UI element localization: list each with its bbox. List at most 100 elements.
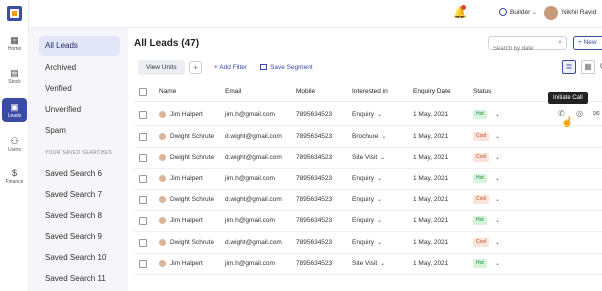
chevron-down-icon[interactable]: ⌄ (495, 133, 500, 140)
lead-avatar (159, 260, 166, 267)
row-checkbox[interactable] (139, 196, 147, 204)
sidebar-item-saved-search[interactable]: Saved Search 10 (39, 248, 120, 268)
sidebar-item-verified[interactable]: Verified (39, 79, 120, 99)
rail-item-users[interactable]: ⚇ Users (0, 136, 29, 153)
stock-icon: ▤ (10, 68, 19, 78)
table-row[interactable]: Dwight Schrute d.wight@gmail.com 789563452… (134, 232, 602, 254)
interest-dropdown[interactable]: Site Visit ⌄ (352, 154, 385, 161)
status-badge[interactable]: Hot (473, 110, 487, 119)
rail-item-stock[interactable]: ▤ Stock (0, 68, 29, 85)
table-row[interactable]: Jim Halpert jim.h@gmail.com 7895634523 Site… (134, 253, 602, 275)
row-checkbox[interactable] (139, 217, 147, 225)
sidebar-item-unverified[interactable]: Unverified (39, 100, 120, 120)
rail-item-leads[interactable]: ▣ Leads (2, 98, 27, 122)
search-box[interactable]: ⌕ (488, 36, 567, 55)
chevron-down-icon[interactable]: ⌄ (495, 175, 500, 182)
chevron-down-icon[interactable]: ⌄ (495, 239, 500, 246)
column-header-mobile[interactable]: Mobile (296, 88, 315, 95)
list-view-toggle[interactable]: ≣ (562, 60, 576, 74)
interest-dropdown[interactable]: Enquiry ⌄ (352, 175, 382, 182)
table-row[interactable]: Dwight Schrute d.wight@gmail.com 789563452… (134, 147, 602, 169)
lead-name[interactable]: Jim Halpert (170, 260, 203, 267)
rail-item-home[interactable]: ▦ Home (0, 35, 29, 52)
view-units-chip[interactable]: View Units (138, 60, 185, 75)
leads-icon: ▣ (10, 102, 19, 112)
table-row[interactable]: Dwight Schrute d.wight@gmail.com 789563452… (134, 189, 602, 211)
avatar[interactable] (544, 6, 558, 20)
lead-name[interactable]: Jim Halpert (170, 175, 203, 182)
sidebar-item-saved-search[interactable]: Saved Search 8 (39, 206, 120, 226)
lead-name[interactable]: Dwight Schrute (170, 154, 214, 161)
rail-item-finance[interactable]: $ Finance (0, 168, 29, 185)
status-badge[interactable]: Hot (473, 259, 487, 268)
table-row[interactable]: Dwight Schrute d.wight@gmail.com 789563452… (134, 126, 602, 148)
row-checkbox[interactable] (139, 133, 147, 141)
column-header-status[interactable]: Status (473, 88, 491, 95)
interest-dropdown[interactable]: Enquiry ⌄ (352, 111, 382, 118)
search-input[interactable] (489, 43, 549, 55)
table-row[interactable]: Jim Halpert jim.h@gmail.com 7895634523 Enqu… (134, 168, 602, 190)
status-badge[interactable]: Cool (473, 153, 490, 162)
row-checkbox[interactable] (139, 175, 147, 183)
saved-searches-heading: YOUR SAVED SEARCHES (45, 150, 113, 156)
interest-dropdown[interactable]: Enquiry ⌄ (352, 239, 382, 246)
sidebar-item-saved-search[interactable]: Saved Search 9 (39, 227, 120, 247)
interest-dropdown[interactable]: Enquiry ⌄ (352, 217, 382, 224)
sidebar-item-saved-search[interactable]: Saved Search 6 (39, 164, 120, 184)
status-badge[interactable]: Cool (473, 132, 490, 141)
status-badge[interactable]: Cool (473, 238, 490, 247)
sidebar-item-spam[interactable]: Spam (39, 121, 120, 141)
status-badge[interactable]: Hot (473, 174, 487, 183)
chevron-down-icon: ⌄ (377, 176, 383, 182)
lead-name[interactable]: Jim Halpert (170, 217, 203, 224)
save-segment-label: Save Segment (270, 64, 313, 71)
app-logo[interactable] (7, 6, 22, 21)
sidebar: All Leads Archived Verified Unverified S… (29, 28, 128, 291)
chevron-down-icon[interactable]: ⌄ (495, 217, 500, 224)
notification-dot (461, 5, 466, 10)
chevron-down-icon[interactable]: ⌄ (495, 154, 500, 161)
sidebar-item-all-leads[interactable]: All Leads (39, 36, 120, 56)
lead-email: jim.h@gmail.com (225, 217, 275, 224)
select-all-checkbox[interactable] (139, 88, 147, 96)
interest-dropdown[interactable]: Enquiry ⌄ (352, 196, 382, 203)
save-segment-button[interactable]: Save Segment (260, 64, 313, 71)
lead-mobile: 7895634523 (296, 111, 333, 118)
chevron-down-icon[interactable]: ⌄ (495, 196, 500, 203)
interest-value: Enquiry (352, 217, 375, 224)
rail-item-label: Users (7, 147, 22, 153)
grid-view-toggle[interactable]: ▦ (581, 60, 595, 74)
interest-dropdown[interactable]: Site Visit ⌄ (352, 260, 385, 267)
status-badge[interactable]: Cool (473, 195, 490, 204)
column-header-email[interactable]: Email (225, 88, 241, 95)
user-name[interactable]: Nikhil Ravid (562, 9, 596, 16)
sidebar-item-saved-search[interactable]: Saved Search 7 (39, 185, 120, 205)
table-row[interactable]: Jim Halpert jim.h@gmail.com 7895634523 Enqu… (134, 210, 602, 232)
lead-name[interactable]: Dwight Schrute (170, 239, 214, 246)
chevron-down-icon[interactable]: ⌄ (495, 111, 500, 118)
lead-avatar (159, 217, 166, 224)
lead-name[interactable]: Dwight Schrute (170, 133, 214, 140)
builder-dropdown[interactable]: Builder ⌄ (510, 9, 537, 16)
row-checkbox[interactable] (139, 260, 147, 268)
add-filter-button[interactable]: + Add Filter (214, 64, 247, 71)
lead-name[interactable]: Dwight Schrute (170, 196, 214, 203)
column-header-name[interactable]: Name (159, 88, 176, 95)
row-checkbox[interactable] (139, 239, 147, 247)
chevron-down-icon[interactable]: ⌄ (495, 260, 500, 267)
status-badge[interactable]: Hot (473, 216, 487, 225)
rail-item-label: Leads (7, 113, 22, 119)
sidebar-item-archived[interactable]: Archived (39, 58, 120, 78)
add-chip-button[interactable]: + (189, 61, 202, 74)
row-checkbox[interactable] (139, 111, 147, 119)
whatsapp-icon[interactable]: ◎ (576, 109, 583, 118)
lead-name[interactable]: Jim Halpert (170, 111, 203, 118)
mail-icon[interactable]: ✉ (593, 109, 600, 118)
column-header-enquiry-date[interactable]: Enquiry Date (413, 88, 451, 95)
column-header-interested-in[interactable]: Interested in (352, 88, 388, 95)
new-lead-button[interactable]: + New (573, 36, 602, 50)
table-row[interactable]: Jim Halpert jim.h@gmail.com 7895634523 Enqu… (134, 104, 602, 126)
interest-dropdown[interactable]: Brochure ⌄ (352, 133, 386, 140)
row-checkbox[interactable] (139, 154, 147, 162)
sidebar-item-saved-search[interactable]: Saved Search 11 (39, 269, 120, 289)
